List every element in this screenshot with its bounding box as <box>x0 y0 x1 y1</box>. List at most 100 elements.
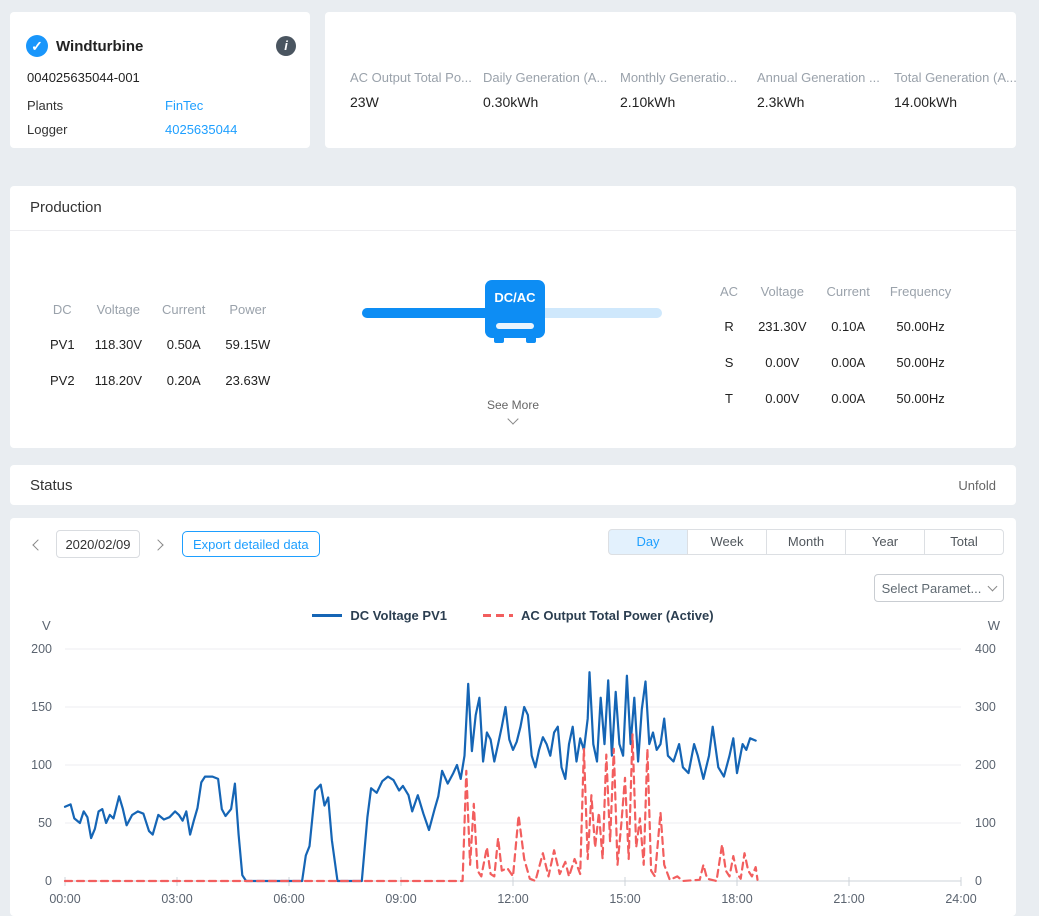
inverter-foot <box>526 337 536 343</box>
device-online-check-icon: ✓ <box>26 35 48 57</box>
chevron-right-icon <box>152 539 163 550</box>
tab-year[interactable]: Year <box>845 529 925 555</box>
dc-cell: 23.63W <box>215 362 280 398</box>
info-icon[interactable]: i <box>276 36 296 56</box>
unfold-button[interactable]: Unfold <box>958 478 996 493</box>
svg-text:100: 100 <box>31 758 52 772</box>
dc-table-header: DC Voltage Current Power <box>40 292 280 326</box>
dashboard: ✓ Windturbine i 004025635044-001 Plants … <box>0 0 1039 916</box>
status-card: Status Unfold <box>10 465 1016 505</box>
chevron-down-icon <box>988 582 998 592</box>
tab-day[interactable]: Day <box>608 529 688 555</box>
logger-label: Logger <box>27 122 165 137</box>
production-card: Production DC Voltage Current Power PV1 … <box>10 186 1016 448</box>
dc-cell: 118.30V <box>85 326 152 362</box>
legend-ac-power[interactable]: AC Output Total Power (Active) <box>483 608 714 623</box>
stat-value: 0.30kWh <box>483 94 620 110</box>
legend-dc-voltage[interactable]: DC Voltage PV1 <box>312 608 447 623</box>
stat-value: 23W <box>350 94 483 110</box>
ac-cell: 0.00A <box>817 344 880 380</box>
ac-col-header: Current <box>817 274 880 308</box>
dc-col-header: Current <box>152 292 215 326</box>
svg-text:200: 200 <box>975 758 996 772</box>
prev-day-button[interactable] <box>30 536 46 553</box>
svg-text:0: 0 <box>45 874 52 888</box>
generation-stats-card: AC Output Total Po... 23W Daily Generati… <box>325 12 1016 148</box>
device-card: ✓ Windturbine i 004025635044-001 Plants … <box>10 12 310 148</box>
see-more-label: See More <box>487 398 539 412</box>
svg-text:15:00: 15:00 <box>609 892 640 906</box>
svg-text:09:00: 09:00 <box>385 892 416 906</box>
svg-text:0: 0 <box>975 874 982 888</box>
legend-line-dashed-icon <box>483 614 513 617</box>
svg-text:03:00: 03:00 <box>161 892 192 906</box>
tab-week[interactable]: Week <box>687 529 767 555</box>
ac-cell: R <box>710 308 748 344</box>
ac-cell: 50.00Hz <box>880 308 961 344</box>
svg-text:300: 300 <box>975 700 996 714</box>
production-title: Production <box>10 186 1016 231</box>
stat-value: 2.10kWh <box>620 94 757 110</box>
export-detailed-data-button[interactable]: Export detailed data <box>182 531 320 557</box>
dc-cell: PV2 <box>40 362 85 398</box>
legend-label: AC Output Total Power (Active) <box>521 608 714 623</box>
stat-monthly-generation: Monthly Generatio... 2.10kWh <box>620 70 757 110</box>
right-axis-unit: W <box>988 618 1000 633</box>
svg-text:50: 50 <box>38 816 52 830</box>
svg-text:150: 150 <box>31 700 52 714</box>
inverter-slot <box>496 323 534 329</box>
svg-text:21:00: 21:00 <box>833 892 864 906</box>
dc-col-header: Voltage <box>85 292 152 326</box>
tab-total[interactable]: Total <box>924 529 1004 555</box>
svg-text:400: 400 <box>975 642 996 656</box>
device-serial: 004025635044-001 <box>27 70 140 85</box>
stat-label: Annual Generation ... <box>757 70 894 85</box>
ac-cell: 50.00Hz <box>880 344 961 380</box>
table-row: PV1 118.30V 0.50A 59.15W <box>40 326 280 362</box>
tab-month[interactable]: Month <box>766 529 846 555</box>
logger-row: Logger 4025635044 <box>27 122 237 137</box>
legend-label: DC Voltage PV1 <box>350 608 447 623</box>
inverter-label: DC/AC <box>485 290 545 305</box>
period-tabs: Day Week Month Year Total <box>608 529 1004 555</box>
dc-col-header: DC <box>40 292 85 326</box>
logger-link[interactable]: 4025635044 <box>165 122 237 137</box>
ac-col-header: Frequency <box>880 274 961 308</box>
plants-row: Plants FinTec <box>27 98 203 113</box>
ac-col-header: AC <box>710 274 748 308</box>
svg-text:200: 200 <box>31 642 52 656</box>
select-parameter-dropdown[interactable]: Select Paramet... <box>874 574 1004 602</box>
device-title: Windturbine <box>56 38 143 55</box>
stat-label: AC Output Total Po... <box>350 70 483 85</box>
svg-text:06:00: 06:00 <box>273 892 304 906</box>
stat-value: 2.3kWh <box>757 94 894 110</box>
date-picker[interactable]: 2020/02/09 <box>56 530 140 558</box>
stat-total-generation: Total Generation (A... 14.00kWh <box>894 70 1031 110</box>
table-row: R 231.30V 0.10A 50.00Hz <box>710 308 961 344</box>
dc-col-header: Power <box>215 292 280 326</box>
stat-label: Total Generation (A... <box>894 70 1031 85</box>
table-row: S 0.00V 0.00A 50.00Hz <box>710 344 961 380</box>
ac-cell: 0.10A <box>817 308 880 344</box>
stat-daily-generation: Daily Generation (A... 0.30kWh <box>483 70 620 110</box>
legend-line-solid-icon <box>312 614 342 617</box>
stat-value: 14.00kWh <box>894 94 1031 110</box>
ac-table-header: AC Voltage Current Frequency <box>710 274 961 308</box>
select-parameter-label: Select Paramet... <box>882 581 982 596</box>
stat-ac-output-power: AC Output Total Po... 23W <box>350 70 483 110</box>
see-more-button[interactable]: See More <box>10 398 1016 426</box>
chart-legend: DC Voltage PV1 AC Output Total Power (Ac… <box>10 608 1016 623</box>
svg-text:24:00: 24:00 <box>945 892 976 906</box>
svg-text:18:00: 18:00 <box>721 892 752 906</box>
inverter-icon: DC/AC <box>485 280 545 338</box>
next-day-button[interactable] <box>150 536 166 553</box>
stat-annual-generation: Annual Generation ... 2.3kWh <box>757 70 894 110</box>
dc-cell: 118.20V <box>85 362 152 398</box>
plants-link[interactable]: FinTec <box>165 98 203 113</box>
plants-label: Plants <box>27 98 165 113</box>
left-axis-unit: V <box>42 618 51 633</box>
dc-cell: 0.50A <box>152 326 215 362</box>
chart-plot: 050100150200010020030040000:0003:0006:00… <box>10 636 1016 914</box>
ac-cell: 0.00V <box>748 344 816 380</box>
power-flow-fill <box>362 308 490 318</box>
